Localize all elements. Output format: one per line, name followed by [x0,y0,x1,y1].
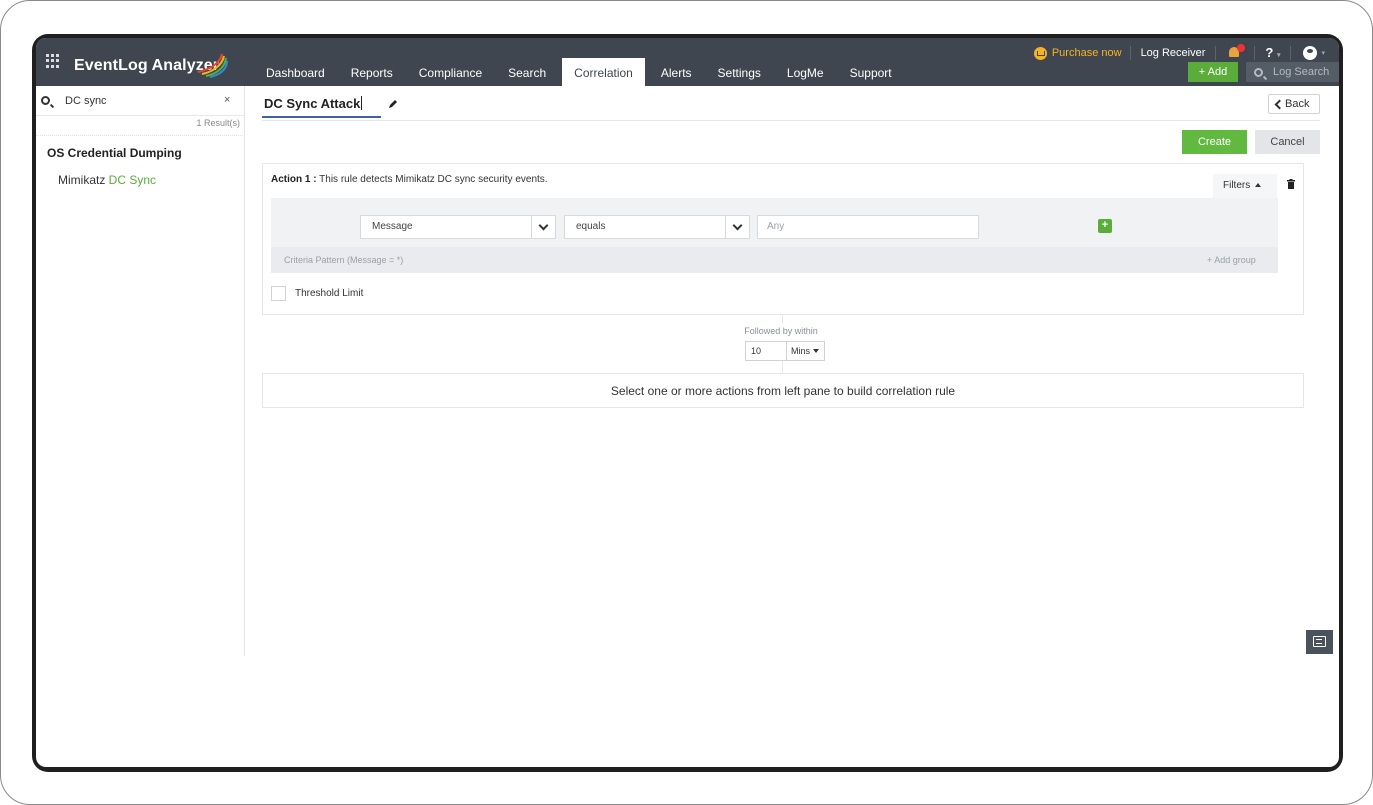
chevron-down-icon[interactable] [531,216,555,238]
tab-dashboard[interactable]: Dashboard [256,58,335,86]
time-unit-select[interactable]: Mins [786,341,825,361]
library-item-mimikatz-dc-sync[interactable]: Mimikatz DC Sync [58,173,156,187]
filter-criteria-area: Message equals Any + Criteria Pattern (M… [271,198,1278,273]
tab-logme[interactable]: LogMe [777,58,834,86]
action-number: Action 1 : [271,174,317,185]
chevron-down-icon[interactable]: ▾ [1321,49,1325,57]
logo-swoosh-icon [197,53,228,78]
result-count: 1 Result(s) [196,118,240,128]
filters-label: Filters [1223,180,1251,191]
connector-line [782,315,783,323]
caret-down-icon [813,349,820,353]
main-nav: Dashboard Reports Compliance Search Corr… [256,58,908,86]
text-cursor [361,96,363,110]
log-search-placeholder: Log Search [1273,66,1330,78]
search-icon [41,96,50,105]
divider [262,120,1320,121]
action-card: Action 1 : This rule detects Mimikatz DC… [262,163,1304,315]
user-avatar-icon[interactable] [1303,46,1318,60]
notification-bell-icon[interactable] [1228,44,1246,60]
edit-pencil-icon[interactable] [388,99,398,109]
purchase-label: Purchase now [1051,47,1122,59]
chat-icon[interactable] [1306,630,1333,654]
library-group-title: OS Credential Dumping [47,146,182,160]
help-icon: ? [1265,45,1274,60]
cancel-button[interactable]: Cancel [1255,130,1320,154]
rule-title: DC Sync Attack [264,96,363,111]
empty-action-placeholder: Select one or more actions from left pan… [262,373,1304,408]
trash-icon[interactable] [1287,179,1295,189]
filters-toggle[interactable]: Filters [1213,174,1277,198]
library-search-input[interactable]: DC sync [65,95,107,107]
time-unit-value: Mins [791,346,811,356]
divider [36,135,245,136]
within-time-input[interactable]: 10 [745,341,787,361]
threshold-label: Threshold Limit [295,288,364,299]
log-receiver-link[interactable]: Log Receiver [1131,46,1217,60]
clear-search-icon[interactable]: × [224,94,230,106]
chevron-down-icon[interactable] [725,216,749,238]
action-description: Action 1 : This rule detects Mimikatz DC… [271,174,548,185]
tab-compliance[interactable]: Compliance [409,58,492,86]
log-search-input[interactable]: Log Search [1246,62,1339,82]
back-button[interactable]: Back [1268,94,1320,114]
help-menu[interactable]: ? ▾ [1254,45,1292,60]
tab-reports[interactable]: Reports [341,58,403,86]
field-select-value: Message [372,221,413,232]
caret-up-icon [1255,183,1262,187]
top-bar: EventLog Analyzer Dashboard Reports Comp… [36,38,1339,86]
apps-grid-icon[interactable] [46,54,60,68]
app-window: EventLog Analyzer Dashboard Reports Comp… [36,38,1339,767]
field-select[interactable]: Message [360,215,556,239]
top-right-tools: Purchase now Log Receiver ? ▾ ▾ [1033,44,1339,62]
criteria-pattern: Criteria Pattern (Message = *) [284,255,404,265]
library-search[interactable]: DC sync × [36,86,245,116]
add-group-link[interactable]: + Add group [1207,255,1256,265]
add-criteria-button[interactable]: + [1098,219,1112,233]
connector-line [782,361,783,373]
create-button[interactable]: Create [1182,130,1247,154]
cart-icon [1033,46,1047,60]
library-item-prefix: Mimikatz [58,173,109,187]
tab-correlation[interactable]: Correlation [562,58,645,86]
tab-support[interactable]: Support [840,58,902,86]
action-text: This rule detects Mimikatz DC sync secur… [316,174,548,185]
followed-by-label: Followed by within [744,326,818,336]
rule-library-panel: DC sync × 1 Result(s) OS Credential Dump… [36,86,245,656]
chevron-down-icon: ▾ [1276,52,1281,59]
operator-select[interactable]: equals [564,215,750,239]
value-input[interactable]: Any [757,215,979,239]
tab-search[interactable]: Search [498,58,556,86]
criteria-pattern-bar: Criteria Pattern (Message = *) + Add gro… [271,247,1278,273]
threshold-checkbox[interactable] [271,286,286,301]
tab-settings[interactable]: Settings [708,58,771,86]
purchase-now-link[interactable]: Purchase now [1033,46,1131,60]
rule-title-field[interactable]: DC Sync Attack [262,93,381,118]
operator-select-value: equals [576,221,606,232]
tab-alerts[interactable]: Alerts [651,58,702,86]
add-button[interactable]: + Add [1188,62,1238,82]
library-item-highlight: DC Sync [108,173,157,187]
search-icon [1254,67,1263,77]
